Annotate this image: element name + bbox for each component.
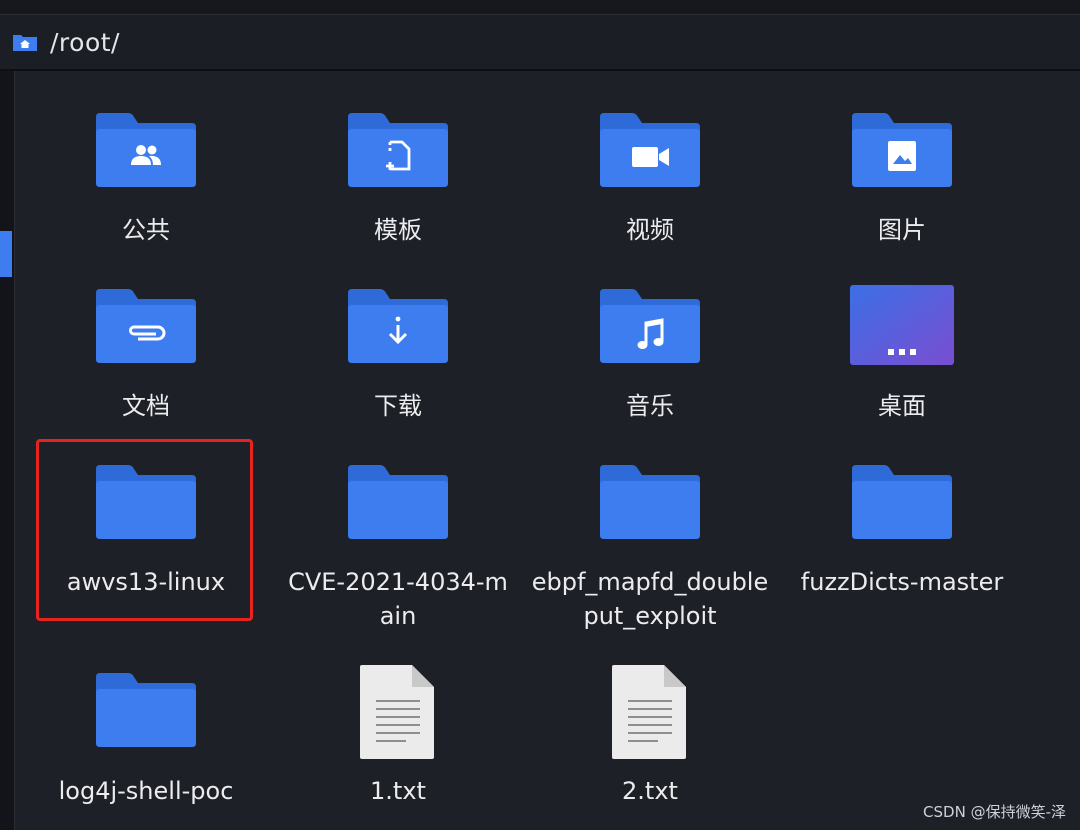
folder-icon <box>348 465 448 539</box>
selection-highlight-box <box>36 439 253 621</box>
template-icon <box>386 140 411 171</box>
file-label: CVE-2021-4034-main <box>288 568 508 630</box>
folder-item-videos[interactable]: 视频 <box>524 71 776 251</box>
folder-item-downloads[interactable]: 下载 <box>272 251 524 427</box>
folder-item-log4j-shell-poc[interactable]: log4j-shell-poc <box>20 651 272 821</box>
file-label: 文档 <box>122 392 170 420</box>
folder-item-fuzzdicts-master[interactable]: fuzzDicts-master <box>776 441 1028 631</box>
folder-item-documents[interactable]: 文档 <box>20 251 272 427</box>
text-file-icon <box>360 665 434 759</box>
music-note-icon <box>637 318 664 349</box>
file-label: 桌面 <box>878 392 926 420</box>
desktop-icon <box>850 285 954 365</box>
people-icon <box>131 145 161 165</box>
file-label: 1.txt <box>370 777 426 805</box>
folder-item-cve-2021-4034-main[interactable]: CVE-2021-4034-main <box>272 441 524 631</box>
file-label: fuzzDicts-master <box>800 568 1004 596</box>
file-label: 模板 <box>374 216 422 244</box>
folder-item-music[interactable]: 音乐 <box>524 251 776 427</box>
watermark: CSDN @保持微笑-泽 <box>923 803 1066 821</box>
folder-icon <box>600 465 700 539</box>
folder-item-templates[interactable]: 模板 <box>272 71 524 251</box>
folder-item-pictures[interactable]: 图片 <box>776 71 1028 251</box>
video-camera-icon <box>632 147 669 167</box>
file-label: 公共 <box>122 216 170 244</box>
file-label: 图片 <box>878 216 926 244</box>
folder-icon <box>852 465 952 539</box>
folder-item-public[interactable]: 公共 <box>20 71 272 251</box>
file-item-1-txt[interactable]: 1.txt <box>272 651 524 821</box>
file-label: 下载 <box>374 392 422 420</box>
image-icon <box>888 141 916 171</box>
sidebar[interactable] <box>0 71 15 830</box>
file-item-2-txt[interactable]: 2.txt <box>524 651 776 821</box>
file-label: 视频 <box>626 216 674 244</box>
home-folder-icon[interactable] <box>12 32 38 52</box>
location-bar[interactable]: /root/ <box>0 15 1080 71</box>
paperclip-icon <box>129 325 166 341</box>
sidebar-active-indicator <box>0 231 12 277</box>
file-label: 音乐 <box>626 392 674 420</box>
file-label: ebpf_mapfd_doubleput_exploit <box>531 568 769 630</box>
download-icon <box>388 316 408 345</box>
folder-icon <box>96 673 196 747</box>
file-label: 2.txt <box>622 777 678 805</box>
file-label: log4j-shell-poc <box>58 777 234 805</box>
folder-item-desktop[interactable]: 桌面 <box>776 251 1028 427</box>
current-path[interactable]: /root/ <box>50 28 120 57</box>
title-strip <box>0 0 1080 15</box>
text-file-icon <box>612 665 686 759</box>
folder-item-ebpf-mapfd-doubleput-exploit[interactable]: ebpf_mapfd_doubleput_exploit <box>524 441 776 631</box>
